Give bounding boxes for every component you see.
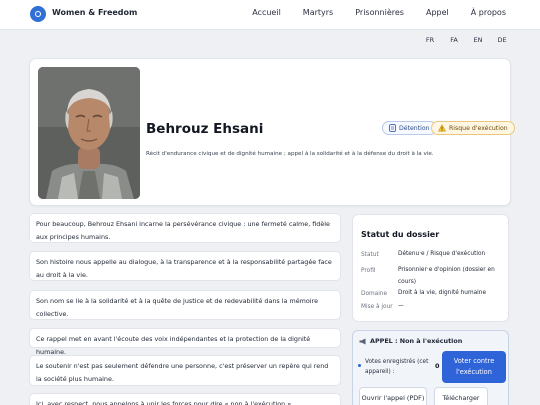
updated-value: —	[398, 303, 404, 309]
live-dot-icon	[358, 364, 361, 367]
profile-portrait	[38, 67, 140, 199]
nav-item-accueil[interactable]: Accueil	[252, 8, 281, 17]
top-navbar: Women & Freedom Accueil Martyrs Prisonni…	[0, 0, 540, 30]
detention-badge: Détention	[382, 121, 437, 135]
appeal-card: APPEL : Non à l'exécution Votes enregist…	[352, 330, 509, 405]
brand-logo-icon[interactable]	[30, 6, 46, 22]
lang-fa[interactable]: FA	[444, 32, 464, 47]
votes-count: 0	[435, 362, 440, 370]
portrait-image	[38, 67, 140, 199]
domain-label: Domaine	[361, 291, 388, 297]
appeal-title: APPEL : Non à l'exécution	[359, 337, 462, 345]
story-paragraph: Son nom se lie à la solidarité et à la q…	[29, 290, 341, 320]
nav-item-a-propos[interactable]: À propos	[471, 8, 506, 17]
story-paragraph: Ce rappel met en avant l'écoute des voix…	[29, 328, 341, 356]
main-nav: Accueil Martyrs Prisonnières Appel À pro…	[252, 8, 506, 17]
status-label: Statut	[361, 252, 379, 258]
story-paragraph: Ici, avec respect, nous appelons à unir …	[29, 393, 341, 405]
case-status-card: Statut du dossier Statut Détenu·e / Risq…	[352, 214, 509, 322]
document-icon	[389, 124, 396, 132]
nav-item-martyrs[interactable]: Martyrs	[303, 8, 333, 17]
domain-value: Droit à la vie, dignité humaine	[398, 290, 487, 296]
updated-label: Mise à jour	[361, 304, 393, 310]
story-paragraph: Pour beaucoup, Behrouz Ehsani incarne la…	[29, 213, 341, 243]
profile-name: Behrouz Ehsani	[146, 121, 264, 137]
profile-subtitle: Récit d'endurance civique et de dignité …	[146, 151, 434, 157]
status-title: Statut du dossier	[361, 230, 440, 239]
warning-icon	[438, 124, 446, 132]
status-value: Détenu·e / Risque d'exécution	[398, 251, 486, 257]
profile-label: Profil	[361, 268, 376, 274]
profile-hero-card: Behrouz Ehsani Récit d'endurance civique…	[29, 58, 515, 206]
risk-badge-label: Risque d'exécution	[449, 124, 508, 132]
brand-name[interactable]: Women & Freedom	[52, 8, 137, 17]
nav-item-appel[interactable]: Appel	[426, 8, 449, 17]
votes-label: Votes enregistrés (cet appareil) :	[365, 359, 429, 375]
vote-against-execution-button[interactable]: Voter contre l'exécution	[442, 351, 506, 383]
detention-badge-label: Détention	[399, 124, 430, 132]
risk-badge: Risque d'exécution	[431, 121, 515, 135]
nav-item-prisonnieres[interactable]: Prisonnières	[355, 8, 404, 17]
story-paragraph: Le soutenir n'est pas seulement défendre…	[29, 355, 341, 386]
language-switcher: FR FA EN DE	[420, 31, 512, 47]
lang-en[interactable]: EN	[468, 32, 488, 47]
open-appeal-pdf-button[interactable]: Ouvrir l'appel (PDF)	[359, 387, 427, 405]
story-paragraph: Son histoire nous appelle au dialogue, à…	[29, 251, 341, 281]
megaphone-icon	[359, 338, 366, 344]
profile-value: Prisonnier·e d'opinion (dossier en cours…	[398, 267, 495, 285]
appeal-title-text: APPEL : Non à l'exécution	[370, 337, 463, 345]
lang-de[interactable]: DE	[492, 32, 512, 47]
download-button[interactable]: Télécharger	[434, 387, 488, 405]
lang-fr[interactable]: FR	[420, 32, 440, 47]
